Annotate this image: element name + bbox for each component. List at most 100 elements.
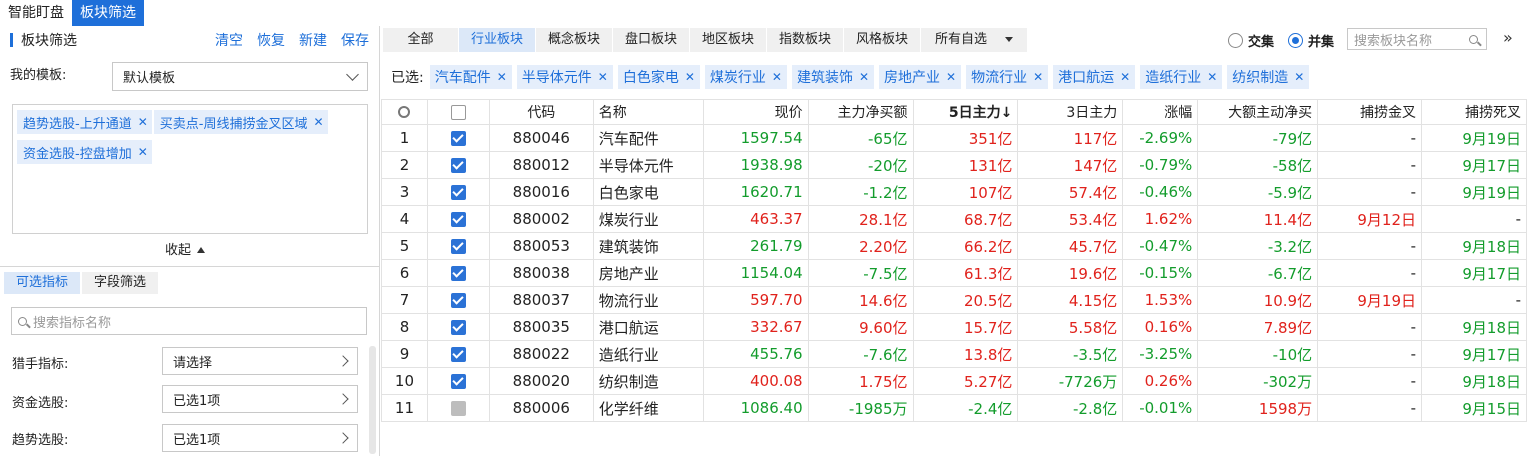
tab-all[interactable]: 全部 xyxy=(383,28,458,52)
tab-smart-monitor[interactable]: 智能盯盘 xyxy=(0,0,72,26)
trend-select[interactable]: 已选1项 xyxy=(162,424,358,452)
row-checkbox[interactable] xyxy=(426,232,490,260)
cell-golden-cross: 9月12日 xyxy=(1317,205,1423,233)
cell-big: -79亿 xyxy=(1197,124,1319,152)
hunter-indicator-select[interactable]: 请选择 xyxy=(162,347,358,375)
tab-board[interactable]: 盘口板块 xyxy=(613,28,689,52)
row-checkbox[interactable] xyxy=(426,394,490,422)
expand-icon[interactable]: » xyxy=(1503,28,1513,47)
col-big-net-buy[interactable]: 大额主动净买 xyxy=(1197,99,1319,125)
close-icon[interactable]: ✕ xyxy=(1120,70,1130,84)
clear-button[interactable]: 清空 xyxy=(215,30,243,50)
tab-style[interactable]: 风格板块 xyxy=(844,28,920,52)
table-row[interactable]: 11 880006 化学纤维 1086.40 -1985万 -2.4亿 -2.8亿 -0.01… xyxy=(381,394,1527,422)
row-number: 6 xyxy=(381,259,428,287)
settings-header[interactable] xyxy=(381,99,428,125)
col-price[interactable]: 现价 xyxy=(702,99,809,125)
close-icon[interactable]: ✕ xyxy=(598,70,608,84)
row-checkbox[interactable] xyxy=(426,124,490,152)
cell-name: 物流行业 xyxy=(592,286,704,314)
new-button[interactable]: 新建 xyxy=(299,30,327,50)
scrollbar[interactable] xyxy=(369,346,376,454)
close-icon[interactable]: ✕ xyxy=(138,115,148,129)
col-5day-main[interactable]: 5日主力↓ xyxy=(912,99,1019,125)
divider xyxy=(0,266,379,267)
col-name[interactable]: 名称 xyxy=(592,99,704,125)
sector-chip: 建筑装饰 ✕ xyxy=(791,65,875,89)
close-icon[interactable]: ✕ xyxy=(497,70,507,84)
table-row[interactable]: 10 880020 纺织制造 400.08 1.75亿 5.27亿 -7726万 0.26% -… xyxy=(381,367,1527,395)
row-checkbox[interactable] xyxy=(426,178,490,206)
cell-code: 880037 xyxy=(488,286,594,314)
row-checkbox[interactable] xyxy=(426,367,490,395)
table-row[interactable]: 3 880016 白色家电 1620.71 -1.2亿 107亿 57.4亿 -0.46% -5… xyxy=(381,178,1527,206)
table-row[interactable]: 4 880002 煤炭行业 463.37 28.1亿 68.7亿 53.4亿 1.62% 11.… xyxy=(381,205,1527,233)
cell-golden-cross: - xyxy=(1317,367,1423,395)
row-checkbox[interactable] xyxy=(426,151,490,179)
table-row[interactable]: 9 880022 造纸行业 455.76 -7.6亿 13.8亿 -3.5亿 -3.25% -1… xyxy=(381,340,1527,368)
tab-watchlist[interactable]: 所有自选 xyxy=(921,28,1027,52)
table-row[interactable]: 1 880046 汽车配件 1597.54 -65亿 351亿 117亿 -2.69% -79亿… xyxy=(381,124,1527,152)
col-golden-cross[interactable]: 捕捞金叉 xyxy=(1317,99,1423,125)
row-checkbox[interactable] xyxy=(426,313,490,341)
close-icon[interactable]: ✕ xyxy=(1207,70,1217,84)
close-icon[interactable]: ✕ xyxy=(313,115,323,129)
sector-chip: 港口航运 ✕ xyxy=(1053,65,1136,89)
tab-index[interactable]: 指数板块 xyxy=(767,28,843,52)
table-row[interactable]: 5 880053 建筑装饰 261.79 2.20亿 66.2亿 45.7亿 -0.47% -3… xyxy=(381,232,1527,260)
intersection-radio[interactable]: 交集 xyxy=(1228,31,1274,50)
close-icon[interactable]: ✕ xyxy=(859,70,869,84)
cell-code: 880022 xyxy=(488,340,594,368)
col-death-cross[interactable]: 捕捞死叉 xyxy=(1421,99,1527,125)
cell-big: 11.4亿 xyxy=(1197,205,1319,233)
cell-big: -6.7亿 xyxy=(1197,259,1319,287)
cell-death-cross: 9月18日 xyxy=(1421,313,1527,341)
table-row[interactable]: 7 880037 物流行业 597.70 14.6亿 20.5亿 4.15亿 1.53% 10.… xyxy=(381,286,1527,314)
select-all-header[interactable] xyxy=(426,99,490,125)
cell-chg: -0.46% xyxy=(1122,178,1199,206)
restore-button[interactable]: 恢复 xyxy=(257,30,285,50)
tab-concept[interactable]: 概念板块 xyxy=(536,28,612,52)
template-select[interactable]: 默认模板 xyxy=(112,62,368,91)
cell-death-cross: 9月17日 xyxy=(1421,340,1527,368)
table-row[interactable]: 6 880038 房地产业 1154.04 -7.5亿 61.3亿 19.6亿 -0.15% -… xyxy=(381,259,1527,287)
row-checkbox[interactable] xyxy=(426,286,490,314)
cell-net: 1.75亿 xyxy=(807,367,914,395)
save-button[interactable]: 保存 xyxy=(341,30,369,50)
cell-d5: -2.4亿 xyxy=(912,394,1019,422)
row-checkbox[interactable] xyxy=(426,205,490,233)
row-checkbox[interactable] xyxy=(426,340,490,368)
selected-conditions: 趋势选股-上升通道 ✕ 买卖点-周线捕捞金叉区域 ✕ 资金选股-控盘增加 ✕ xyxy=(12,104,368,234)
col-change[interactable]: 涨幅 xyxy=(1122,99,1199,125)
tab-region[interactable]: 地区板块 xyxy=(690,28,766,52)
sector-search-input[interactable]: 搜索板块名称 xyxy=(1347,28,1487,50)
tab-optional-indicators[interactable]: 可选指标 xyxy=(4,272,81,294)
union-radio[interactable]: 并集 xyxy=(1288,31,1334,50)
col-3day-main[interactable]: 3日主力 xyxy=(1017,99,1124,125)
row-checkbox[interactable] xyxy=(426,259,490,287)
close-icon[interactable]: ✕ xyxy=(946,70,956,84)
close-icon[interactable]: ✕ xyxy=(1033,70,1043,84)
cell-d5: 66.2亿 xyxy=(912,232,1019,260)
checkbox-icon xyxy=(450,374,466,389)
fund-select[interactable]: 已选1项 xyxy=(162,385,358,413)
cell-price: 463.37 xyxy=(702,205,809,233)
table-row[interactable]: 2 880012 半导体元件 1938.98 -20亿 131亿 147亿 -0.79% -58… xyxy=(381,151,1527,179)
tab-industry[interactable]: 行业板块 xyxy=(459,28,535,52)
cell-name: 煤炭行业 xyxy=(592,205,704,233)
col-net-buy[interactable]: 主力净买额 xyxy=(807,99,914,125)
filter-panel-header: 板块筛选 清空 恢复 新建 保存 xyxy=(0,26,379,54)
close-icon[interactable]: ✕ xyxy=(772,70,782,84)
close-icon[interactable]: ✕ xyxy=(138,145,148,159)
cell-name: 白色家电 xyxy=(592,178,704,206)
close-icon[interactable]: ✕ xyxy=(1294,70,1304,84)
tab-field-filter[interactable]: 字段筛选 xyxy=(82,272,159,294)
table-row[interactable]: 8 880035 港口航运 332.67 9.60亿 15.7亿 5.58亿 0.16% 7.8… xyxy=(381,313,1527,341)
col-code[interactable]: 代码 xyxy=(488,99,594,125)
indicator-search-input[interactable]: 搜索指标名称 xyxy=(11,307,367,335)
close-icon[interactable]: ✕ xyxy=(685,70,695,84)
cell-chg: -3.25% xyxy=(1122,340,1199,368)
tab-sector-filter[interactable]: 板块筛选 xyxy=(72,0,144,26)
collapse-button[interactable]: 收起 xyxy=(165,239,206,258)
cell-d5: 61.3亿 xyxy=(912,259,1019,287)
